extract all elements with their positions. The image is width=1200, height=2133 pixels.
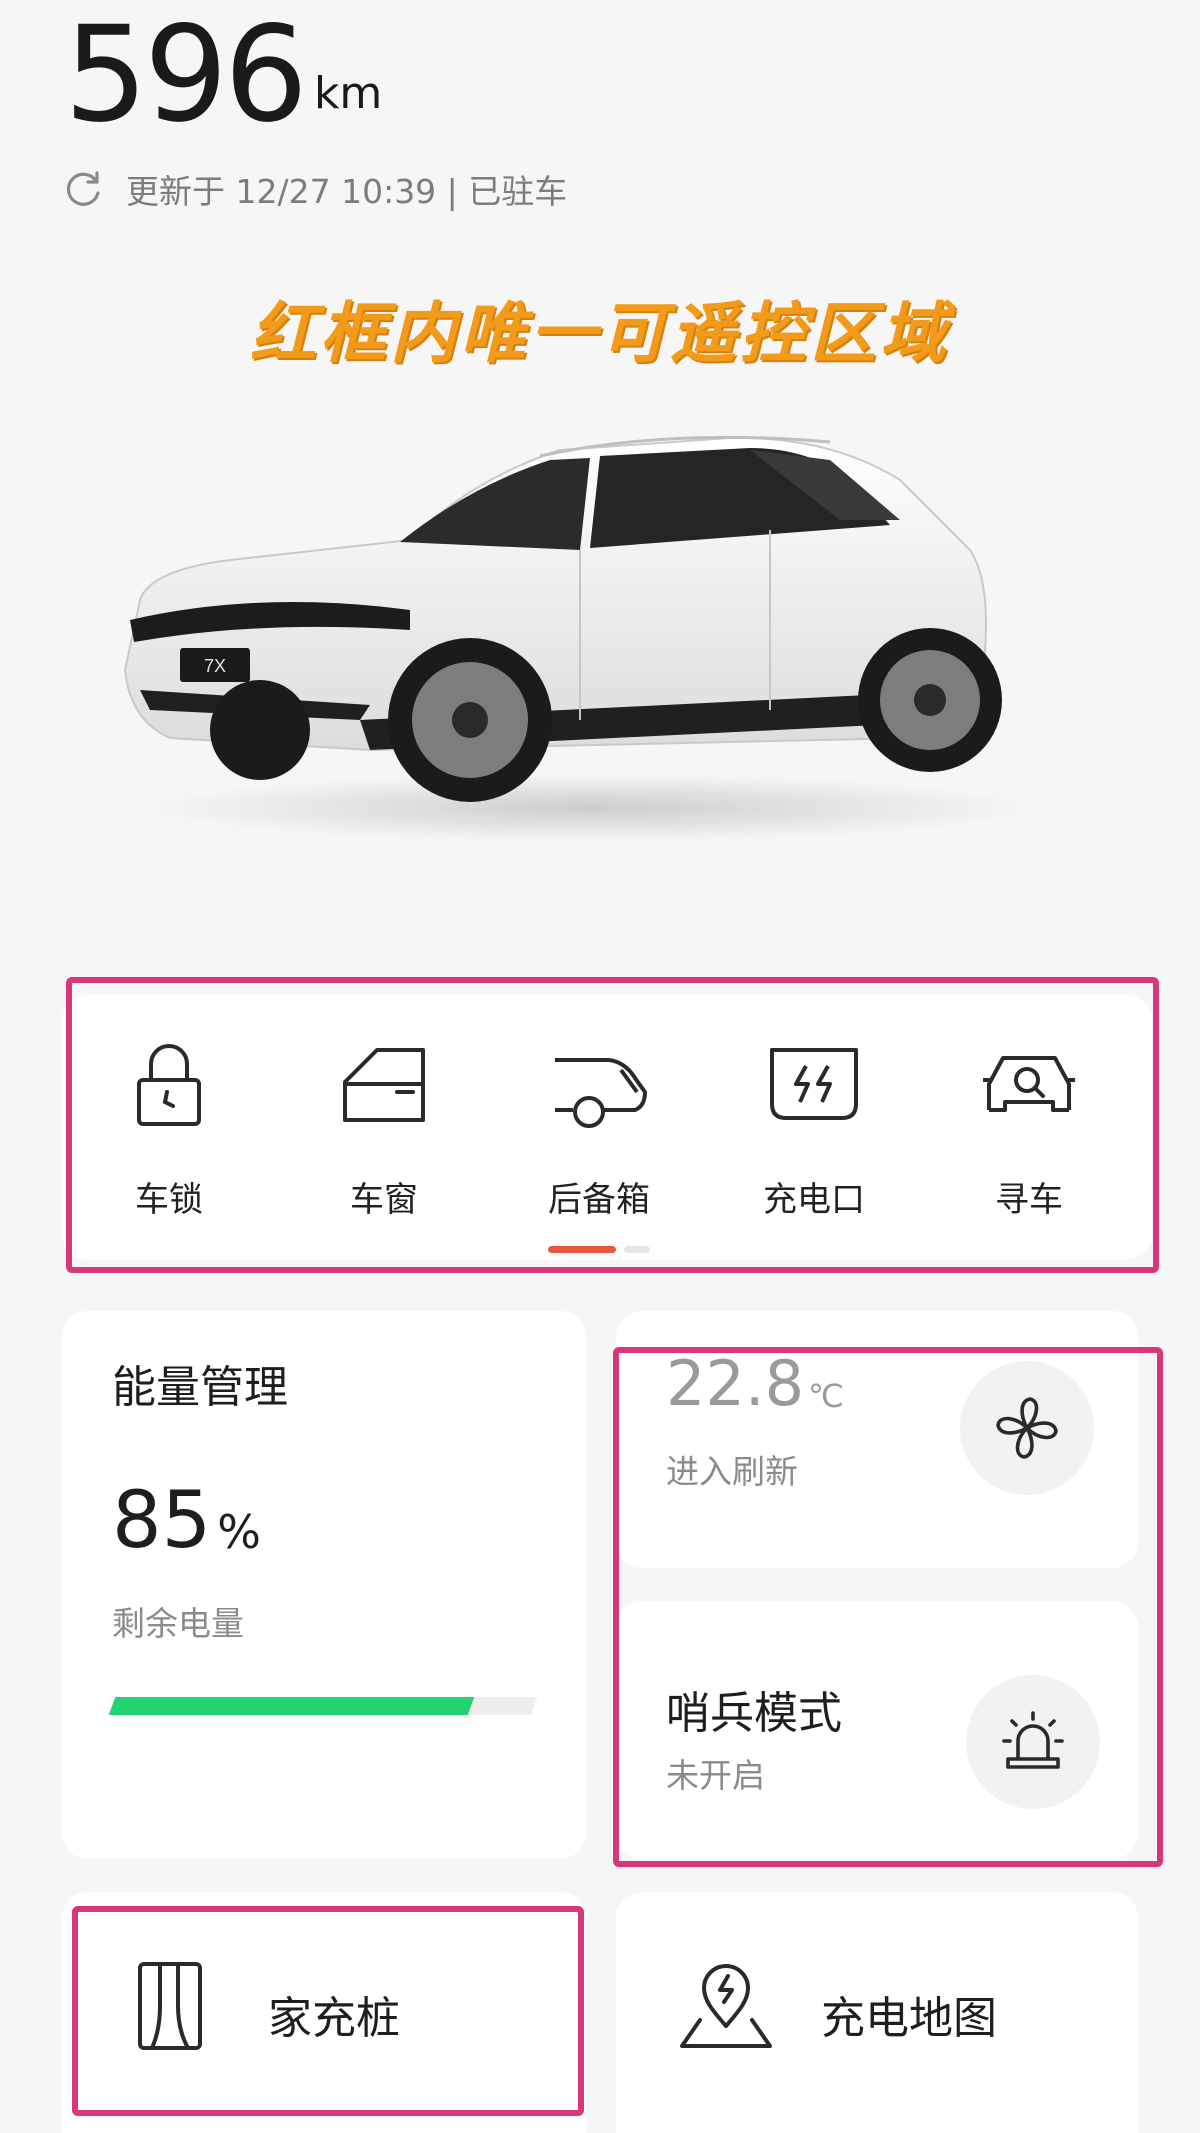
remote-highlight-home-charger bbox=[72, 1906, 584, 2116]
control-label-window: 车窗 bbox=[350, 1180, 418, 1220]
control-trunk[interactable]: 后备箱 bbox=[519, 1040, 679, 1221]
charge-map-card[interactable]: 充电地图 bbox=[616, 1892, 1138, 2133]
page-indicator bbox=[548, 1246, 652, 1253]
car-window-icon bbox=[343, 1048, 425, 1122]
battery-bar-fill bbox=[108, 1697, 474, 1715]
map-pin-charge-icon bbox=[680, 1964, 772, 2048]
control-find-car[interactable]: 寻车 bbox=[949, 1040, 1109, 1221]
car-image: 7X bbox=[123, 435, 1030, 840]
refresh-icon[interactable] bbox=[64, 169, 104, 209]
control-charging-port[interactable]: 充电口 bbox=[734, 1040, 894, 1221]
lock-icon bbox=[137, 1044, 201, 1126]
control-window[interactable]: 车窗 bbox=[304, 1040, 464, 1221]
control-label-find-car: 寻车 bbox=[995, 1180, 1063, 1220]
find-car-icon bbox=[983, 1056, 1075, 1112]
range-unit: km bbox=[313, 68, 383, 119]
remote-area-banner: 红框内唯一可遥控区域 bbox=[250, 295, 950, 372]
range-display: 596 km bbox=[64, 0, 382, 150]
battery-label: 剩余电量 bbox=[112, 1604, 244, 1643]
trunk-icon bbox=[555, 1058, 647, 1128]
battery-level: 85 % bbox=[112, 1481, 261, 1561]
battery-bar bbox=[108, 1697, 538, 1715]
battery-unit: % bbox=[217, 1505, 261, 1559]
charging-port-icon bbox=[770, 1048, 858, 1120]
update-status-text: 更新于 12/27 10:39 | 已驻车 bbox=[126, 172, 568, 211]
plate-text: 7X bbox=[204, 656, 226, 676]
range-value: 596 bbox=[64, 0, 308, 152]
page-dot bbox=[624, 1246, 650, 1253]
control-label-lock: 车锁 bbox=[135, 1180, 203, 1220]
control-lock[interactable]: 车锁 bbox=[89, 1040, 249, 1221]
control-label-trunk: 后备箱 bbox=[548, 1180, 650, 1220]
battery-value: 85 bbox=[112, 1476, 212, 1566]
energy-card[interactable]: 能量管理 85 % 剩余电量 bbox=[62, 1311, 586, 1859]
charge-map-label: 充电地图 bbox=[821, 1993, 997, 2044]
status-bar[interactable]: 更新于 12/27 10:39 | 已驻车 bbox=[64, 165, 567, 213]
control-label-charging-port: 充电口 bbox=[763, 1180, 865, 1220]
remote-highlight-climate-sentry bbox=[613, 1347, 1163, 1867]
energy-title: 能量管理 bbox=[112, 1362, 288, 1413]
page-dot-active bbox=[548, 1246, 616, 1253]
